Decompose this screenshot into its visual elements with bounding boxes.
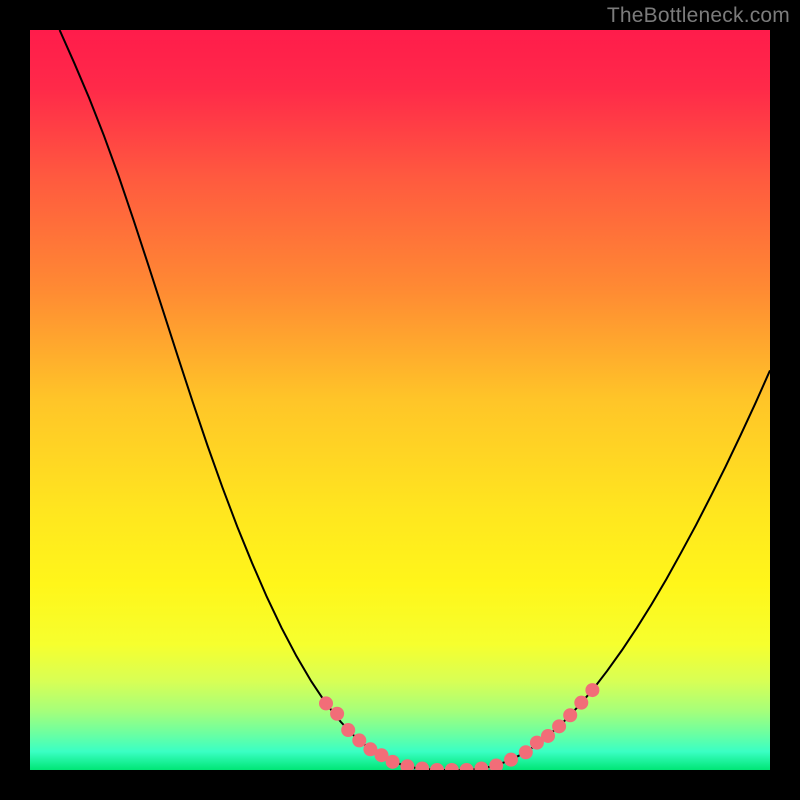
highlight-dot xyxy=(563,708,577,722)
highlight-dot xyxy=(341,723,355,737)
highlight-dot xyxy=(330,707,344,721)
highlight-dot xyxy=(552,719,566,733)
highlight-dot xyxy=(519,745,533,759)
highlight-dot xyxy=(352,733,366,747)
attribution-text: TheBottleneck.com xyxy=(607,4,790,28)
highlight-dot xyxy=(319,696,333,710)
highlight-dot xyxy=(541,729,555,743)
highlight-dot xyxy=(504,753,518,767)
bottleneck-chart xyxy=(30,30,770,770)
highlight-dot xyxy=(574,696,588,710)
highlight-dot xyxy=(585,683,599,697)
gradient-background xyxy=(30,30,770,770)
chart-frame: TheBottleneck.com xyxy=(0,0,800,800)
highlight-dot xyxy=(386,755,400,769)
